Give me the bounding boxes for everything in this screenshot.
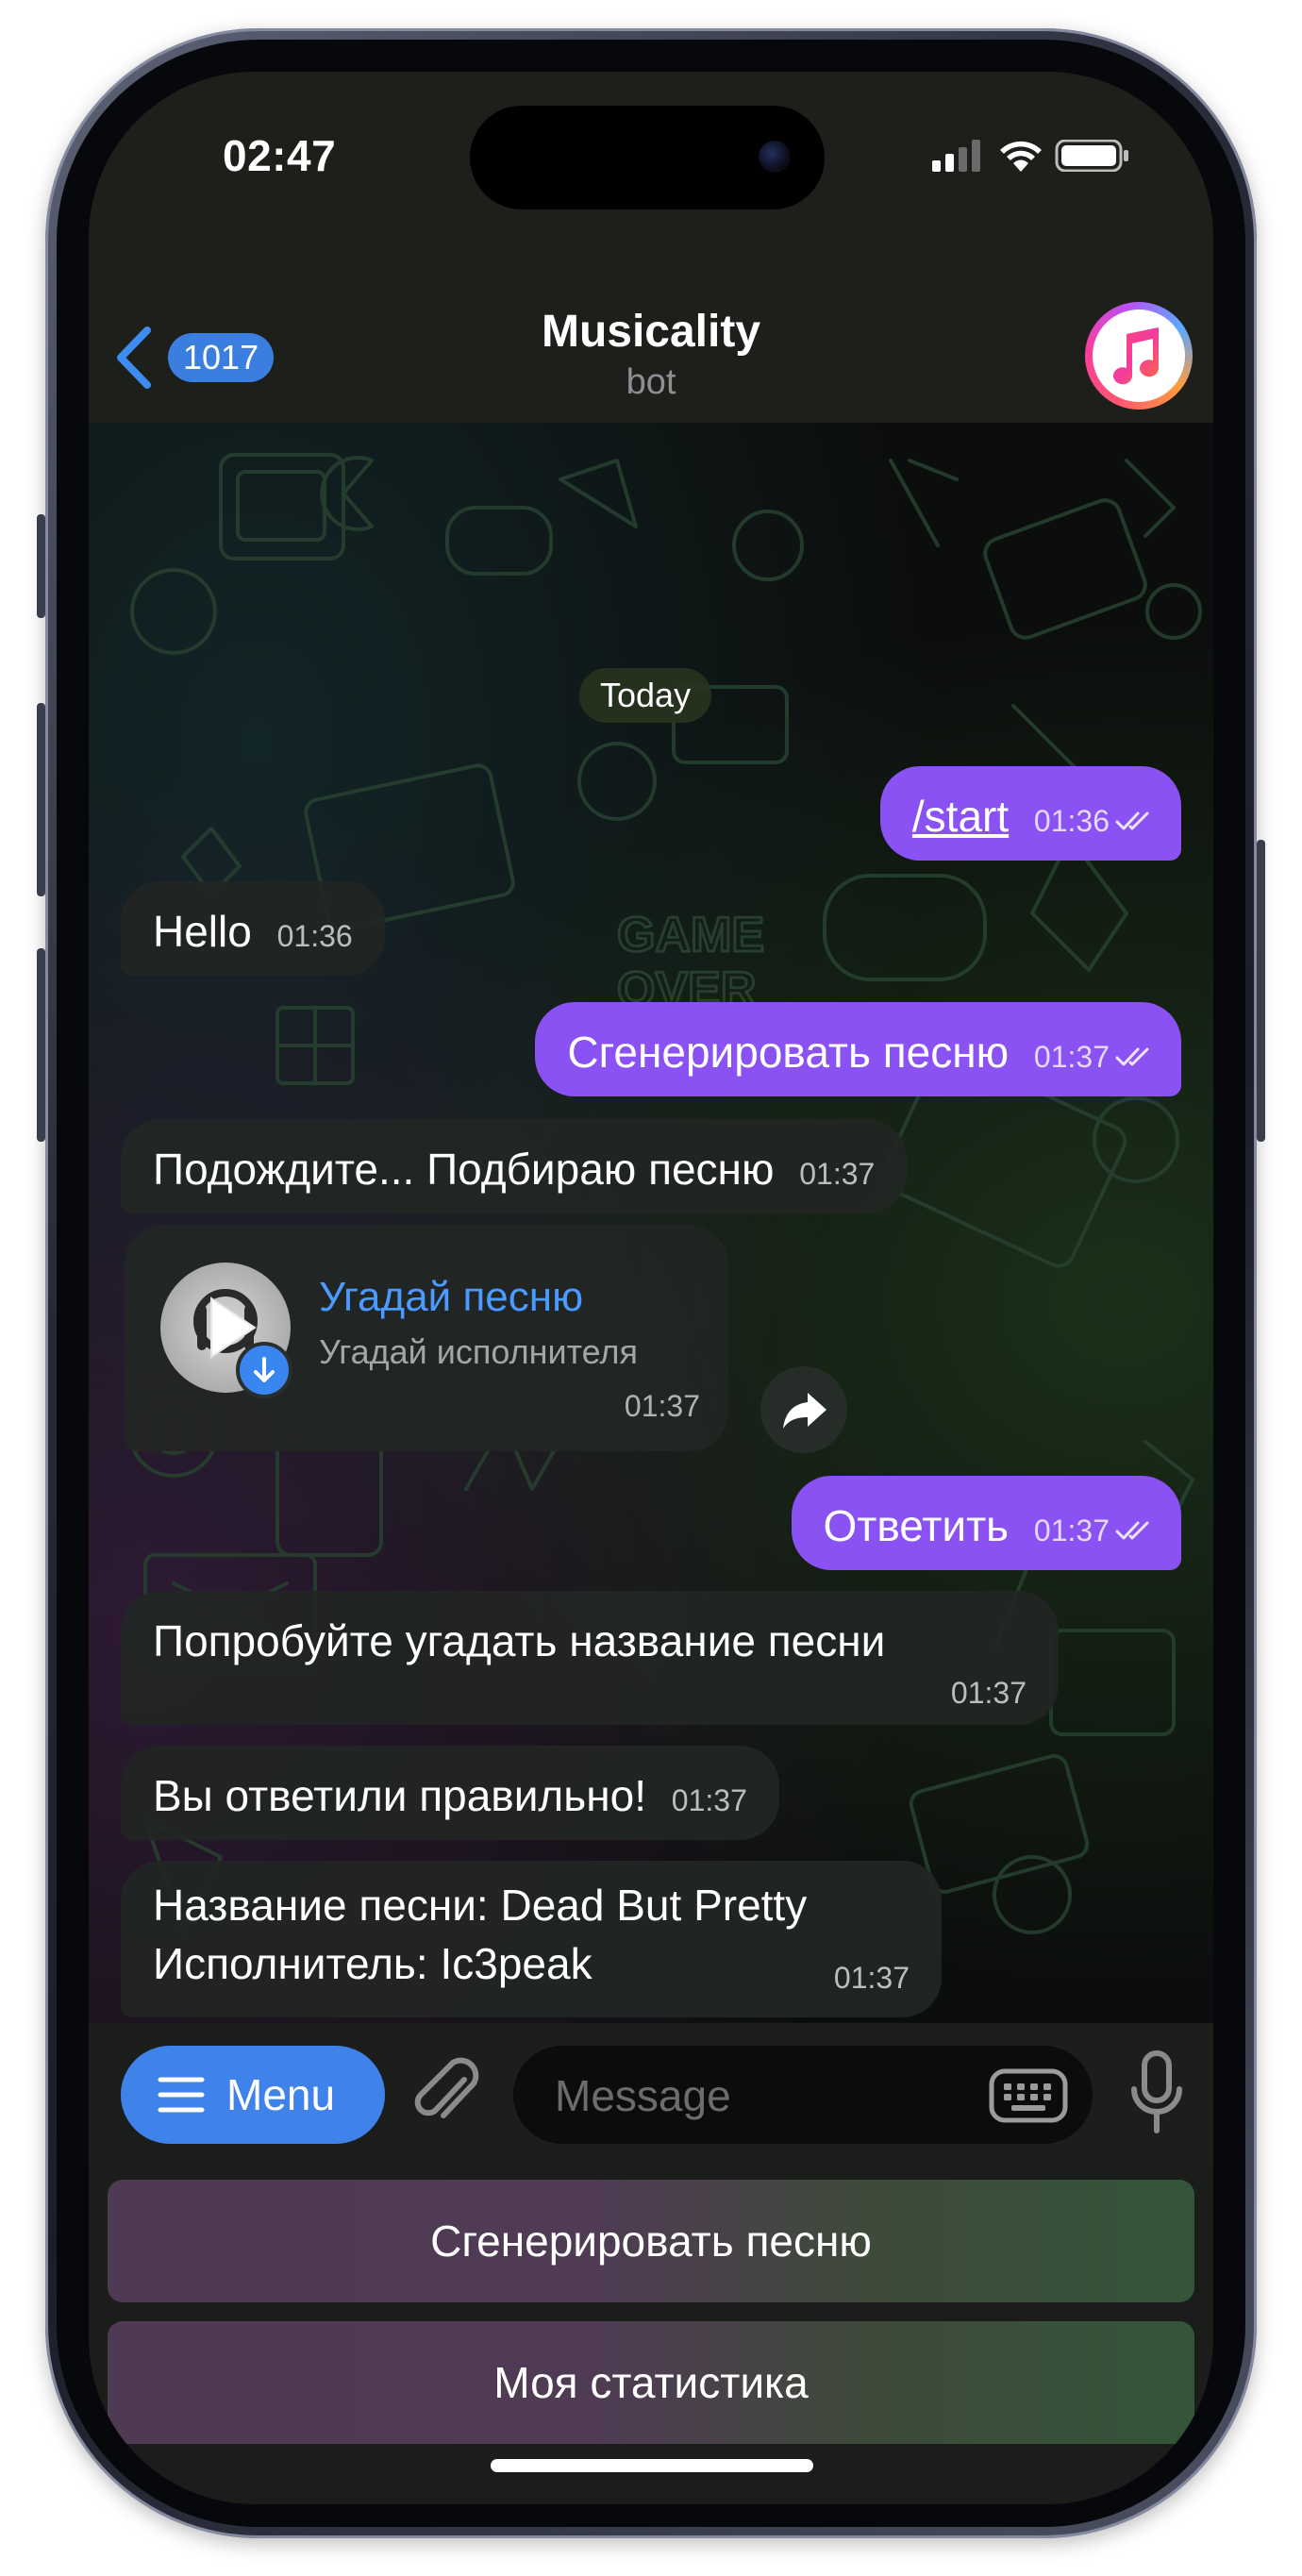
power-button <box>1257 840 1265 1142</box>
message-text: Вы ответили правильно! <box>153 1771 647 1820</box>
message-meta: 01:36 <box>277 907 353 965</box>
status-icons <box>932 140 1128 172</box>
svg-text:GAME: GAME <box>617 908 764 962</box>
keyboard-icon[interactable] <box>989 2068 1068 2123</box>
audio-message[interactable]: Угадай песню Угадай исполнителя 01:37 <box>125 1225 728 1451</box>
message-text: Сгенерировать песню <box>567 1028 1010 1077</box>
message-field[interactable] <box>513 2046 1093 2146</box>
outgoing-message[interactable]: /start 01:36 <box>879 766 1181 861</box>
front-camera <box>759 141 791 173</box>
date-separator: Today <box>579 668 712 723</box>
music-note-icon <box>1113 327 1160 385</box>
message-meta: 01:37 <box>834 1959 910 1997</box>
incoming-message[interactable]: Название песни: Dead But Pretty Исполнит… <box>121 1861 942 2017</box>
audio-artist: Угадай исполнителя <box>319 1332 638 1371</box>
cellular-signal-icon <box>932 140 980 172</box>
status-bar: 02:47 <box>89 72 1213 213</box>
status-time: 02:47 <box>223 131 337 180</box>
message-time: 01:37 <box>799 1157 876 1191</box>
chat-history[interactable]: GAME OVER Today /start 01:36 Hello 01:36… <box>89 423 1213 2023</box>
message-meta: 01:37 <box>799 1145 875 1203</box>
chat-header: 02:47 1017 Musicality bot <box>89 72 1213 423</box>
bot-command-link[interactable]: /start <box>912 792 1009 841</box>
message-time: 01:37 <box>1033 1514 1110 1547</box>
download-button[interactable] <box>236 1342 292 1398</box>
chat-title[interactable]: Musicality <box>89 306 1213 358</box>
incoming-message[interactable]: Попробуйте угадать название песни 01:37 <box>121 1591 1059 1725</box>
incoming-message[interactable]: Подождите... Подбираю песню 01:37 <box>121 1119 908 1213</box>
menu-label: Menu <box>226 2070 336 2119</box>
message-text: Hello <box>153 907 252 956</box>
hamburger-icon <box>158 2077 205 2113</box>
double-check-icon <box>1115 811 1149 830</box>
message-time: 01:37 <box>950 1676 1027 1710</box>
message-text: Ответить <box>823 1501 1010 1550</box>
message-time: 01:37 <box>1033 1040 1110 1074</box>
message-time: 01:37 <box>624 1389 700 1423</box>
paperclip-icon[interactable] <box>409 2051 485 2136</box>
message-meta: 01:37 <box>951 1674 1027 1712</box>
home-indicator[interactable] <box>491 2459 813 2472</box>
keyboard-button-generate[interactable]: Сгенерировать песню <box>108 2180 1194 2302</box>
reply-keyboard: Сгенерировать песню Моя статистика <box>89 2165 1213 2504</box>
forward-arrow-icon <box>783 1393 826 1429</box>
message-meta: 01:37 <box>1034 1028 1155 1086</box>
message-time: 01:37 <box>671 1783 747 1817</box>
forward-button[interactable] <box>760 1366 847 1453</box>
microphone-icon[interactable] <box>1128 2048 1185 2138</box>
avatar-background <box>1093 309 1185 402</box>
phone-screen: 02:47 1017 Musicality bot GAME OVER Toda… <box>89 72 1213 2504</box>
chat-subtitle: bot <box>626 362 676 402</box>
bot-menu-button[interactable]: Menu <box>121 2046 385 2144</box>
arrow-down-icon <box>254 1357 275 1382</box>
keyboard-button-stats[interactable]: Моя статистика <box>108 2321 1194 2444</box>
message-text: Подождите... Подбираю песню <box>153 1145 775 1194</box>
outgoing-message[interactable]: Ответить 01:37 <box>791 1476 1181 1570</box>
message-time: 01:36 <box>1033 804 1110 838</box>
volume-down-button <box>37 948 45 1142</box>
message-input[interactable] <box>553 2046 962 2146</box>
incoming-message[interactable]: Hello 01:36 <box>121 881 385 976</box>
bot-avatar[interactable] <box>1085 302 1193 410</box>
volume-up-button <box>37 703 45 896</box>
message-text: Попробуйте угадать название песни <box>153 1616 886 1665</box>
message-meta: 01:36 <box>1034 792 1155 850</box>
message-input-bar: Menu <box>89 2023 1213 2165</box>
message-meta: 01:37 <box>1034 1501 1155 1560</box>
message-time: 01:37 <box>833 1961 910 1995</box>
wifi-icon <box>1000 141 1042 172</box>
message-time: 01:36 <box>276 919 353 953</box>
song-title-line: Название песни: Dead But Pretty <box>153 1881 808 1930</box>
message-meta: 01:37 <box>672 1771 747 1830</box>
battery-icon <box>1055 140 1128 172</box>
dynamic-island <box>470 106 825 209</box>
song-artist-line: Исполнитель: Ic3peak <box>153 1939 593 1988</box>
double-check-icon <box>1115 1047 1149 1066</box>
incoming-message[interactable]: Вы ответили правильно! 01:37 <box>121 1746 779 1840</box>
double-check-icon <box>1115 1521 1149 1540</box>
audio-title: Угадай песню <box>319 1274 584 1320</box>
action-button <box>37 514 45 618</box>
outgoing-message[interactable]: Сгенерировать песню 01:37 <box>535 1002 1181 1096</box>
